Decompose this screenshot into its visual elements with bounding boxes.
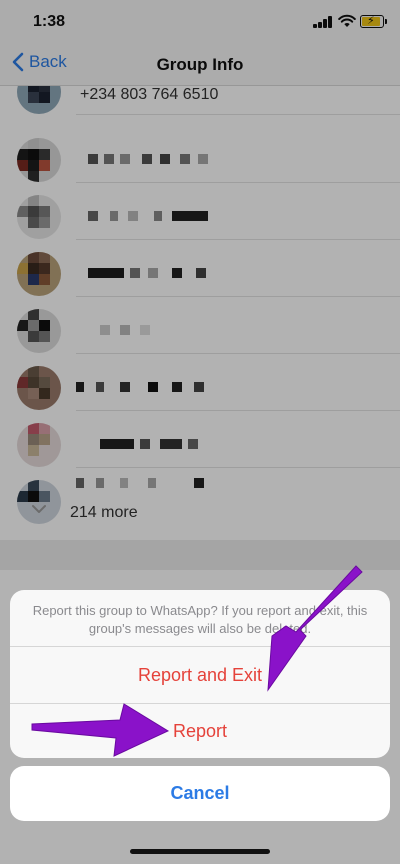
action-sheet-message: Report this group to WhatsApp? If you re… (10, 590, 390, 647)
action-sheet: Report this group to WhatsApp? If you re… (10, 590, 390, 758)
cancel-button[interactable]: Cancel (10, 766, 390, 821)
report-and-exit-button[interactable]: Report and Exit (10, 647, 390, 703)
home-indicator (130, 849, 270, 854)
report-button[interactable]: Report (10, 703, 390, 758)
